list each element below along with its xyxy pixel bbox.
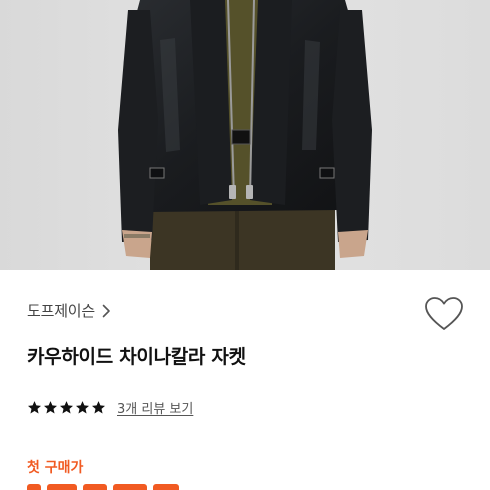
star-icon <box>28 401 41 414</box>
reviews-link[interactable]: 3개 리뷰 보기 <box>117 398 193 417</box>
rating-stars <box>27 400 106 415</box>
star-icon <box>76 401 89 414</box>
product-title: 카우하이드 차이나칼라 자켓 <box>27 346 246 368</box>
rating-row: 3개 리뷰 보기 <box>27 398 193 417</box>
first-purchase-label: 첫 구매가 <box>27 460 84 476</box>
brand-name: 도프제이슨 <box>27 302 96 320</box>
price-cut-off <box>27 484 217 490</box>
product-image[interactable] <box>0 0 490 270</box>
product-info-panel: 도프제이슨 카우하이드 차이나칼라 자켓 3개 리뷰 보기 첫 구매가 <box>0 270 490 490</box>
star-icon <box>60 401 73 414</box>
heart-outline-icon[interactable] <box>424 296 464 332</box>
star-icon <box>44 401 57 414</box>
star-icon <box>92 401 105 414</box>
chevron-right-icon <box>102 304 110 317</box>
product-photo-jacket <box>0 0 490 270</box>
brand-link[interactable]: 도프제이슨 <box>27 300 111 321</box>
